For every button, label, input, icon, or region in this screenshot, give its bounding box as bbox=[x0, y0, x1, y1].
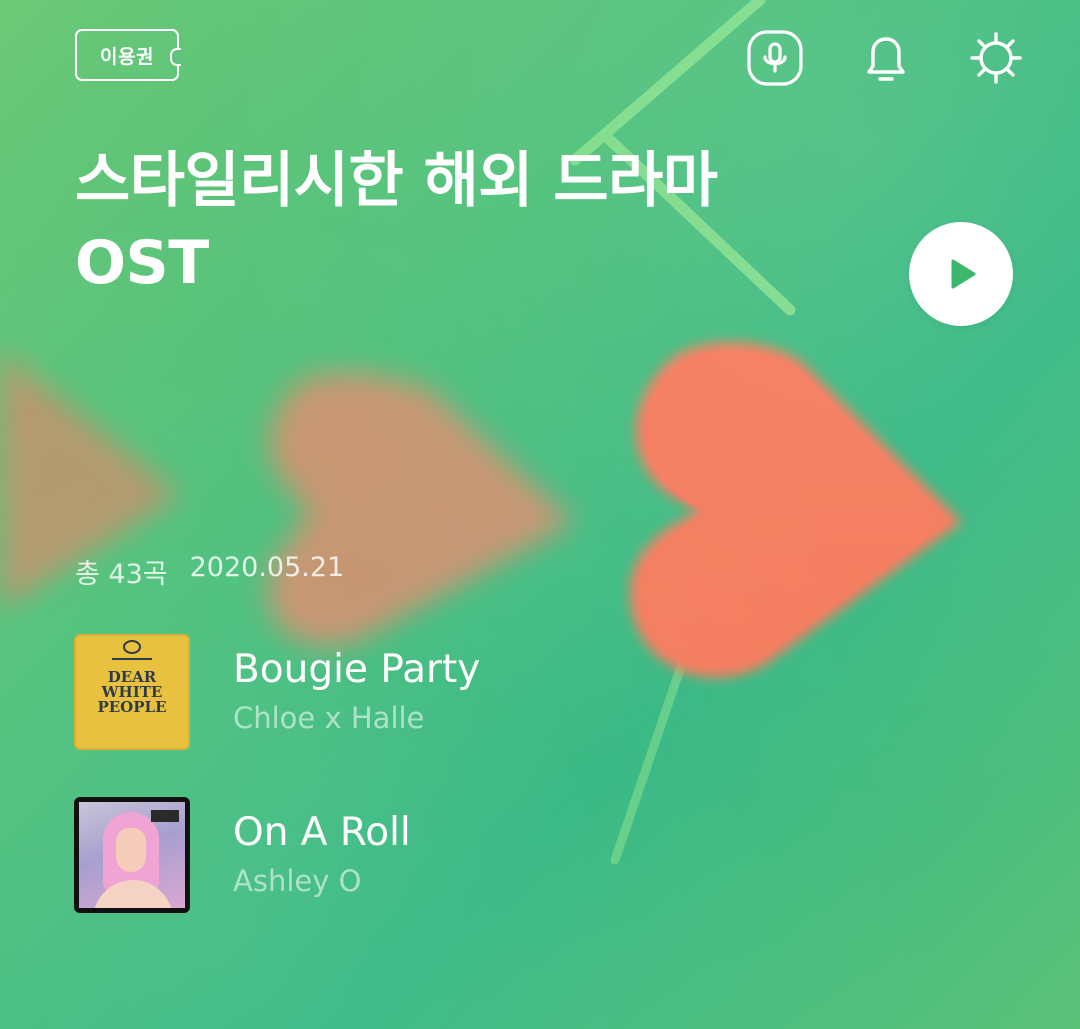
track-info: Bougie Party Chloe x Halle bbox=[233, 646, 480, 738]
cover-art bbox=[79, 802, 185, 908]
cover-face bbox=[116, 828, 146, 872]
album-cover bbox=[74, 797, 190, 913]
cover-sticker bbox=[151, 810, 179, 822]
play-icon bbox=[951, 259, 976, 289]
ticket-label: 이용권 bbox=[100, 45, 154, 68]
track-item[interactable]: On A Roll Ashley O bbox=[74, 796, 774, 914]
track-title: On A Roll bbox=[233, 810, 411, 855]
track-title: Bougie Party bbox=[233, 647, 481, 692]
blurred-heart-middle bbox=[267, 372, 575, 647]
playlist-title: 스타일리시한 해외 드라마 OST bbox=[75, 140, 875, 304]
playlist-meta: 총 43곡 2020.05.21 bbox=[75, 552, 344, 591]
playlist-date: 2020.05.21 bbox=[189, 552, 345, 583]
playlist-title-line2: OST bbox=[75, 228, 209, 298]
play-all-button[interactable] bbox=[909, 222, 1013, 326]
ticket-notch bbox=[170, 48, 181, 66]
voice-search-icon[interactable] bbox=[747, 30, 803, 86]
playlist-title-line1: 스타일리시한 해외 드라마 bbox=[75, 146, 718, 216]
cover-title: DEAR WHITE PEOPLE bbox=[97, 668, 167, 716]
playlist-screen: 이용권 스타일리시한 해외 드라마 OST 총 43곡 2020.05.21 D… bbox=[0, 0, 1080, 1029]
crest-icon bbox=[123, 640, 141, 654]
track-artist: Ashley O bbox=[233, 864, 362, 898]
track-count: 총 43곡 bbox=[75, 559, 168, 590]
bell-icon[interactable] bbox=[858, 30, 914, 86]
album-cover: DEAR WHITE PEOPLE bbox=[74, 634, 190, 750]
track-item[interactable]: DEAR WHITE PEOPLE Bougie Party Chloe x H… bbox=[74, 633, 774, 751]
track-artist: Chloe x Halle bbox=[233, 701, 425, 735]
cover-rule bbox=[112, 658, 152, 660]
track-info: On A Roll Ashley O bbox=[233, 809, 411, 901]
subscription-ticket-button[interactable]: 이용권 bbox=[75, 29, 181, 81]
settings-gear-icon[interactable] bbox=[968, 30, 1024, 86]
